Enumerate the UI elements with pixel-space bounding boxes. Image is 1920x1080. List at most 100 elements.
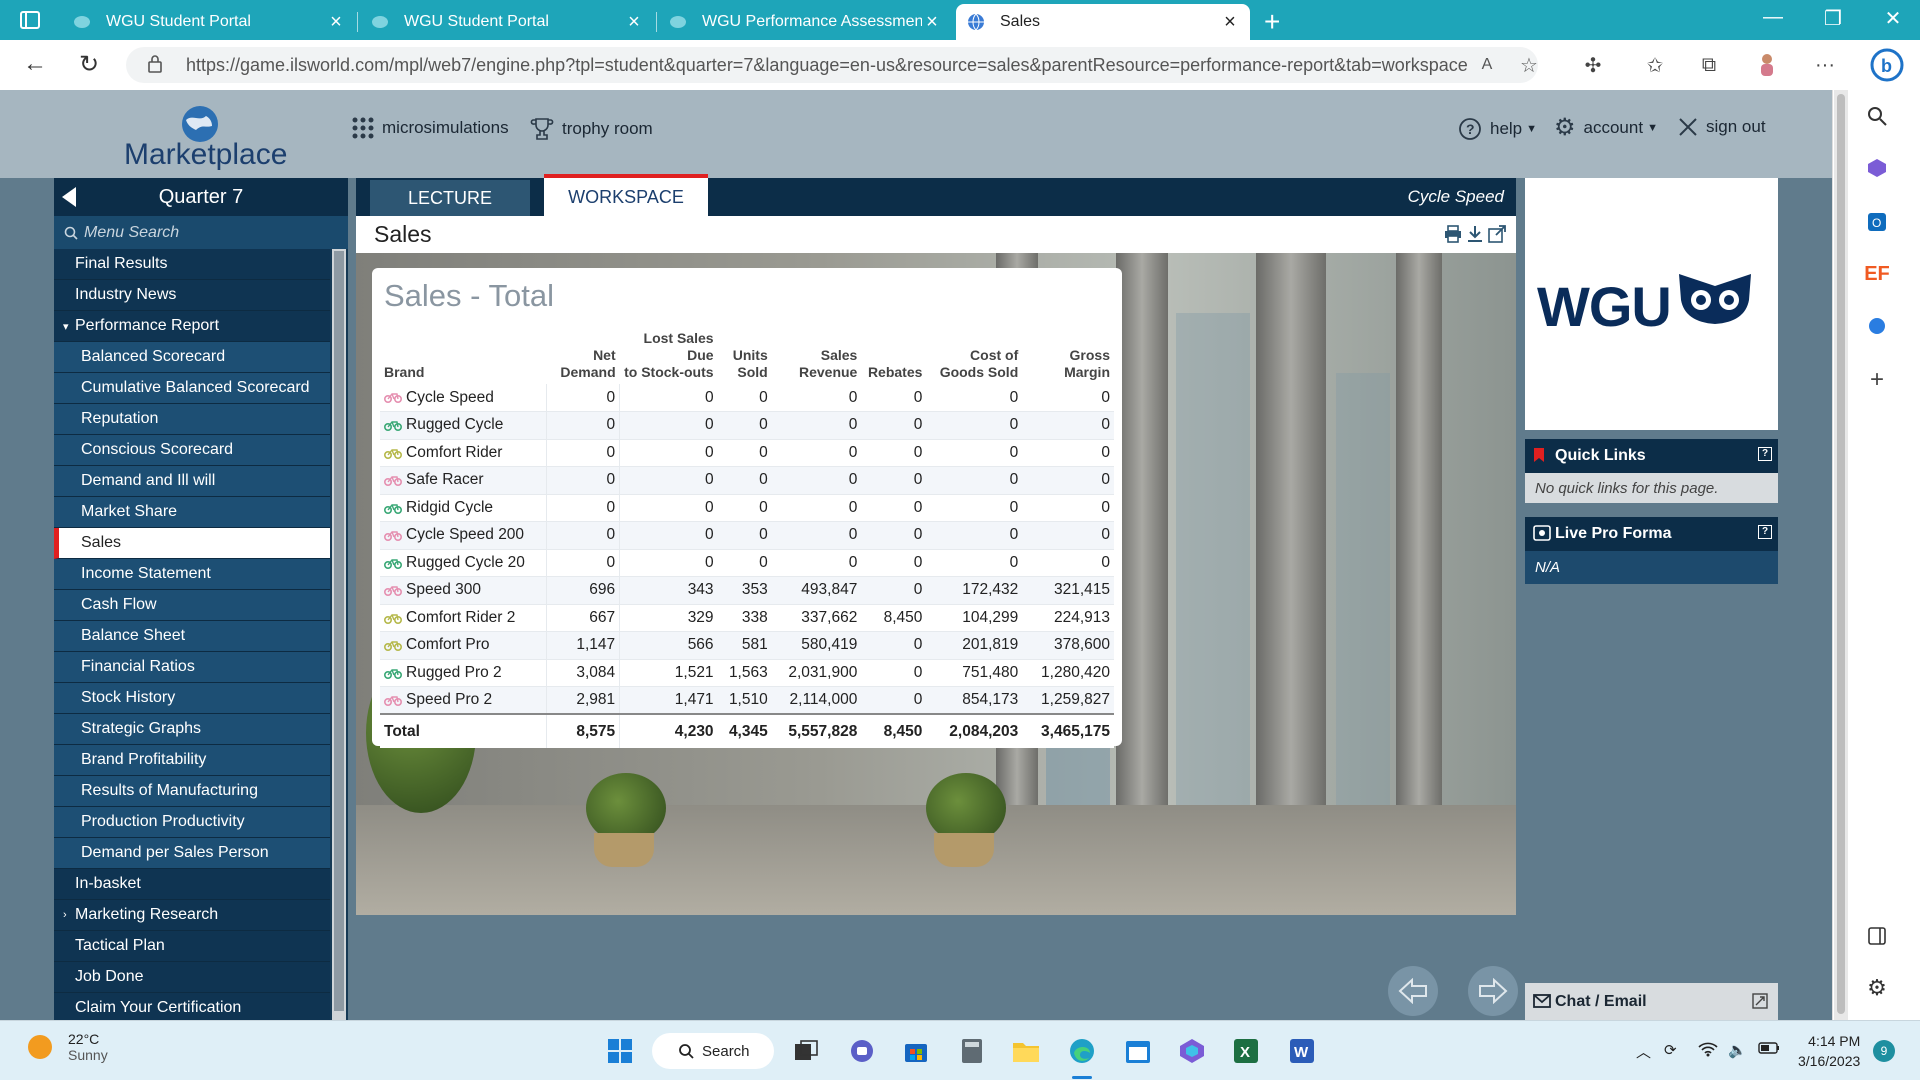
next-page-button[interactable]	[1468, 966, 1518, 1016]
new-tab-button[interactable]: +	[1264, 6, 1280, 38]
hide-sidebar-icon[interactable]	[1863, 922, 1891, 950]
excel-icon[interactable]: X	[1230, 1035, 1262, 1067]
profile-avatar[interactable]	[1754, 52, 1780, 78]
nav-item-financial-ratios[interactable]: Financial Ratios	[54, 652, 330, 683]
nav-item-label: Claim Your Certification	[75, 999, 242, 1016]
browser-tab-2[interactable]: WGU Student Portal ×	[360, 4, 654, 40]
add-sidebar-icon[interactable]: +	[1863, 366, 1891, 394]
browser-tab-active[interactable]: Sales ×	[956, 4, 1250, 40]
nav-item-stock-history[interactable]: Stock History	[54, 683, 330, 714]
nav-item-results-of-manufacturing[interactable]: Results of Manufacturing	[54, 776, 330, 807]
system-clock[interactable]: 4:14 PM 3/16/2023	[1798, 1031, 1860, 1071]
volume-icon[interactable]: 🔈	[1728, 1041, 1747, 1059]
outlook-icon[interactable]: O	[1863, 208, 1891, 236]
games-icon[interactable]	[1863, 312, 1891, 340]
nav-item-strategic-graphs[interactable]: Strategic Graphs	[54, 714, 330, 745]
calculator-app-icon[interactable]	[956, 1035, 988, 1067]
menu-scrollbar[interactable]	[332, 249, 346, 1020]
marketplace-logo[interactable]: Marketplace	[120, 102, 290, 172]
nav-item-balanced-scorecard[interactable]: Balanced Scorecard	[54, 342, 330, 373]
close-tab-icon[interactable]: ×	[922, 11, 942, 34]
edge-browser-icon[interactable]	[1066, 1035, 1098, 1067]
nav-item-in-basket[interactable]: In-basket	[54, 869, 330, 900]
tab-workspace[interactable]: WORKSPACE	[544, 174, 708, 216]
file-explorer-icon[interactable]	[1010, 1035, 1042, 1067]
teams-chat-icon[interactable]	[846, 1035, 878, 1067]
copilot-icon[interactable]	[1863, 154, 1891, 182]
refresh-icon[interactable]: ↻	[74, 50, 104, 79]
help-icon[interactable]: ?	[1758, 447, 1772, 461]
download-icon[interactable]	[1466, 225, 1484, 248]
tab-lecture[interactable]: LECTURE	[370, 180, 530, 216]
print-icon[interactable]	[1444, 225, 1462, 248]
help-menu[interactable]: ? help ▼	[1458, 117, 1537, 141]
previous-page-button[interactable]	[1388, 966, 1438, 1016]
extensions-icon[interactable]: ✣	[1580, 52, 1606, 78]
notification-badge[interactable]: 9	[1873, 1040, 1895, 1062]
menu-search-input[interactable]: Menu Search	[54, 216, 348, 249]
nav-item-production-productivity[interactable]: Production Productivity	[54, 807, 330, 838]
back-triangle-icon[interactable]	[62, 187, 76, 207]
nav-item-job-done[interactable]: Job Done	[54, 962, 330, 993]
minimize-icon[interactable]: —	[1758, 6, 1788, 29]
microsimulations-link[interactable]: microsimulations	[352, 117, 509, 139]
bing-copilot-icon[interactable]: b	[1870, 48, 1904, 82]
page-scrollbar[interactable]	[1834, 90, 1848, 1020]
url-field[interactable]: https://game.ilsworld.com/mpl/web7/engin…	[126, 47, 1538, 83]
calendar-app-icon[interactable]	[1122, 1035, 1154, 1067]
restore-icon[interactable]: ❐	[1818, 6, 1848, 31]
tab-actions-icon[interactable]	[10, 7, 50, 33]
browser-tab-1[interactable]: WGU Student Portal ×	[62, 4, 356, 40]
table-cell: 0	[619, 549, 718, 577]
nav-item-balance-sheet[interactable]: Balance Sheet	[54, 621, 330, 652]
nav-item-sales[interactable]: Sales	[54, 528, 330, 559]
browser-tab-3[interactable]: WGU Performance Assessment ×	[658, 4, 952, 40]
nav-item-income-statement[interactable]: Income Statement	[54, 559, 330, 590]
nav-item-tactical-plan[interactable]: Tactical Plan	[54, 931, 330, 962]
store-icon[interactable]	[900, 1035, 932, 1067]
nav-item-final-results[interactable]: Final Results	[54, 249, 330, 280]
sync-icon[interactable]: ⟳	[1664, 1041, 1677, 1059]
ef-icon[interactable]: EF	[1863, 260, 1891, 288]
task-view-icon[interactable]	[790, 1035, 822, 1067]
sign-out-link[interactable]: sign out	[1678, 117, 1766, 137]
back-arrow-icon[interactable]: ←	[20, 50, 50, 78]
collections-icon[interactable]: ⧉	[1696, 52, 1722, 78]
nav-item-demand-per-sales-person[interactable]: Demand per Sales Person	[54, 838, 330, 869]
nav-item-cash-flow[interactable]: Cash Flow	[54, 590, 330, 621]
battery-icon[interactable]	[1758, 1041, 1780, 1059]
nav-item-cumulative-balanced-scorecard[interactable]: Cumulative Balanced Scorecard	[54, 373, 330, 404]
nav-item-conscious-scorecard[interactable]: Conscious Scorecard	[54, 435, 330, 466]
settings-gear-icon[interactable]: ⚙	[1863, 974, 1891, 1002]
taskbar-search[interactable]: Search	[652, 1033, 774, 1069]
weather-widget[interactable]: 22°C Sunny	[28, 1031, 108, 1063]
account-menu[interactable]: ⚙ account ▼	[1554, 116, 1658, 140]
expand-icon[interactable]	[1752, 993, 1768, 1014]
close-tab-icon[interactable]: ×	[1220, 11, 1240, 34]
nav-item-industry-news[interactable]: Industry News	[54, 280, 330, 311]
help-icon[interactable]: ?	[1758, 525, 1772, 539]
external-link-icon[interactable]	[1488, 225, 1506, 248]
nav-item-marketing-research[interactable]: › Marketing Research	[54, 900, 330, 931]
trophy-room-link[interactable]: trophy room	[530, 117, 653, 141]
read-aloud-icon[interactable]: A	[1474, 52, 1500, 78]
nav-item-market-share[interactable]: Market Share	[54, 497, 330, 528]
favorites-icon[interactable]: ✩	[1642, 52, 1668, 78]
nav-item-label: Strategic Graphs	[81, 720, 202, 737]
close-tab-icon[interactable]: ×	[326, 11, 346, 34]
wifi-icon[interactable]	[1698, 1041, 1718, 1061]
nav-item-reputation[interactable]: Reputation	[54, 404, 330, 435]
nav-item-brand-profitability[interactable]: Brand Profitability	[54, 745, 330, 776]
more-options-icon[interactable]: ···	[1812, 52, 1838, 78]
nav-item-demand-and-ill-will[interactable]: Demand and Ill will	[54, 466, 330, 497]
close-tab-icon[interactable]: ×	[624, 11, 644, 34]
nav-item-performance-report[interactable]: ▾ Performance Report	[54, 311, 330, 342]
word-icon[interactable]: W	[1286, 1035, 1318, 1067]
chat-email-bar[interactable]: Chat / Email	[1525, 983, 1778, 1020]
close-window-icon[interactable]: ✕	[1878, 6, 1908, 31]
search-icon[interactable]	[1863, 102, 1891, 130]
add-favorite-icon[interactable]: ☆	[1516, 52, 1542, 78]
start-windows-icon[interactable]	[604, 1035, 636, 1067]
copilot-app-icon[interactable]	[1176, 1035, 1208, 1067]
chevron-up-icon[interactable]: ︿	[1636, 1041, 1651, 1062]
